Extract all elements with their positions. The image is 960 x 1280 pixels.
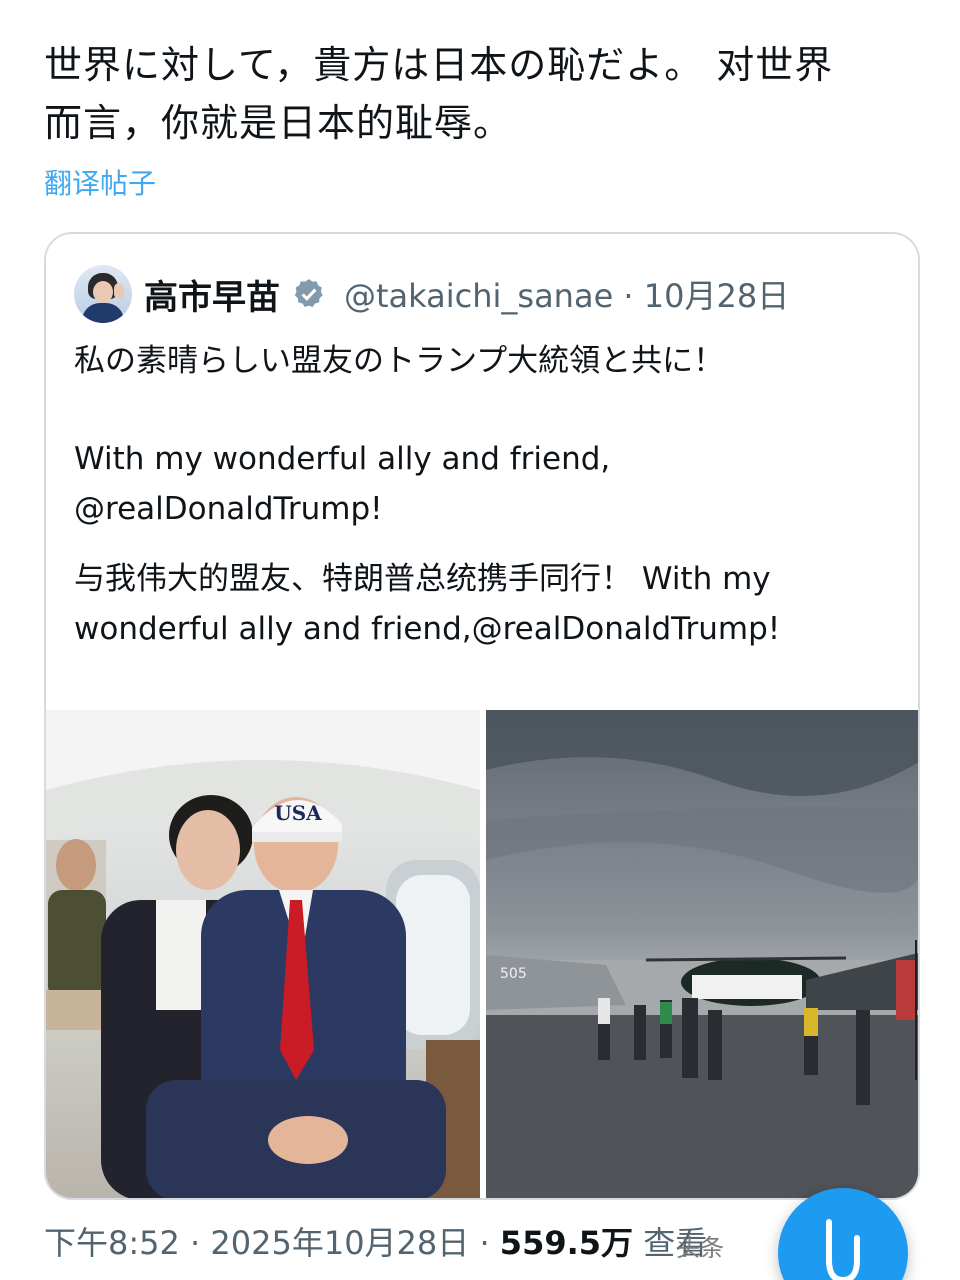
quote-line-en-2[interactable]: @realDonaldTrump! — [74, 484, 904, 534]
deck-scene: 505 — [486, 710, 918, 1198]
post-time: 下午8:52 — [44, 1224, 180, 1262]
dot-separator: · — [190, 1224, 211, 1262]
handle-and-date: @takaichi_sanae · 10月28日 — [344, 271, 789, 317]
meta-separator: · — [623, 277, 644, 315]
author-handle[interactable]: @takaichi_sanae — [344, 277, 613, 315]
author-name[interactable]: 高市早苗 — [144, 270, 280, 319]
quoted-post-card[interactable]: 高市早苗 @takaichi_sanae · 10月28日 私の素晴らしい盟友の… — [44, 232, 920, 1200]
quote-line-zh-2: wonderful ally and friend,@realDonaldTru… — [74, 611, 781, 647]
post-text: 世界に対して，貴方は日本の恥だよ。 对世界 而言，你就是日本的耻辱。 — [44, 36, 924, 152]
post-date: 10月28日 — [643, 277, 790, 315]
compose-button[interactable] — [778, 1188, 908, 1280]
quoted-post-body: 私の素晴らしい盟友のトランプ大統領と共に！ With my wonderful … — [74, 336, 904, 654]
post-text-line-1: 世界に対して，貴方は日本の恥だよ。 对世界 — [44, 43, 834, 87]
watermark: 头条 — [676, 1234, 724, 1262]
quote-line-en-1: With my wonderful ally and friend, — [74, 441, 611, 477]
post-text-line-2: 而言，你就是日本的耻辱。 — [44, 101, 513, 145]
cap-text: USA — [274, 801, 322, 825]
photo-flight-deck[interactable]: 505 — [486, 710, 918, 1198]
jet-number: 505 — [500, 966, 527, 982]
media-gallery: USA 505 — [46, 710, 918, 1198]
dot-separator: · — [479, 1224, 500, 1262]
cabin-scene: USA — [46, 710, 480, 1198]
avatar[interactable] — [74, 265, 132, 323]
post-timestamp-row: 下午8:52 · 2025年10月28日 · 559.5万 查看 — [44, 1218, 707, 1264]
view-count: 559.5万 — [499, 1224, 634, 1262]
post-full-date: 2025年10月28日 — [210, 1224, 470, 1262]
quote-line-jp: 私の素晴らしい盟友のトランプ大統領と共に！ — [74, 343, 725, 379]
translate-post-link[interactable]: 翻译帖子 — [44, 162, 156, 202]
quote-line-zh-1: 与我伟大的盟友、特朗普总统携手同行！ With my — [74, 561, 771, 597]
quoted-post-header: 高市早苗 @takaichi_sanae · 10月28日 — [74, 262, 789, 326]
compose-icon — [826, 1219, 860, 1280]
photo-aircraft-cabin[interactable]: USA — [46, 710, 480, 1198]
verified-badge-icon — [294, 279, 323, 308]
